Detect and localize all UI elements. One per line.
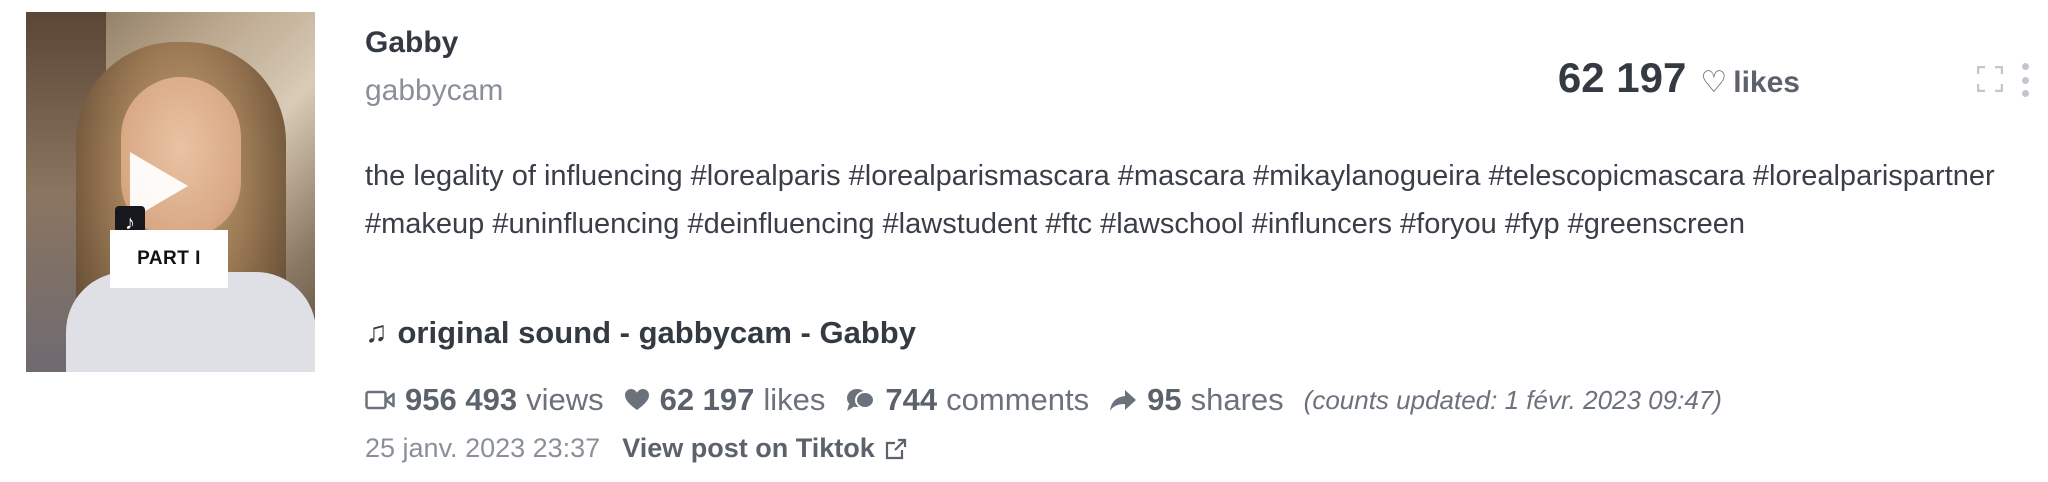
shares-count: 95 <box>1147 382 1182 417</box>
likes-count: 62 197 <box>1557 54 1687 101</box>
comments-icon <box>845 387 876 413</box>
likes-stat-count: 62 197 <box>659 382 755 417</box>
counts-updated-time: 1 févr. 2023 09:47 <box>1504 384 1714 415</box>
shares-stat: 95 shares <box>1109 382 1284 418</box>
post-date: 25 janv. 2023 23:37 <box>365 433 601 463</box>
likes-stat: 62 197 likes <box>624 382 826 418</box>
author-name[interactable]: Gabby <box>365 26 458 60</box>
comments-label: comments <box>946 382 1090 417</box>
view-post-label: View post on Tiktok <box>622 433 875 463</box>
post-meta: 25 janv. 2023 23:37 View post on Tiktok <box>365 433 907 464</box>
sound-info[interactable]: ♫ original sound - gabbycam - Gabby <box>365 315 916 351</box>
comments-stat: 744 comments <box>845 382 1089 418</box>
likes-label: likes <box>1733 66 1800 99</box>
views-stat: 956 493 views <box>365 382 604 418</box>
thumbnail-overlay-text: PART I <box>110 230 228 288</box>
more-options-icon[interactable] <box>2020 63 2030 97</box>
comments-count: 744 <box>885 382 938 417</box>
sound-title: original sound - gabbycam - Gabby <box>397 315 916 350</box>
heart-icon <box>624 388 650 412</box>
external-link-icon <box>885 438 907 460</box>
view-post-link[interactable]: View post on Tiktok <box>622 433 907 464</box>
post-description: the legality of influencing #lorealparis… <box>365 160 1995 240</box>
expand-icon[interactable] <box>1977 66 2003 92</box>
share-icon <box>1109 388 1137 412</box>
author-handle[interactable]: gabbycam <box>365 74 503 108</box>
views-count: 956 493 <box>405 382 518 417</box>
counts-updated: (counts updated: 1 févr. 2023 09:47) <box>1304 385 1722 416</box>
counts-updated-prefix: (counts updated: <box>1303 384 1498 415</box>
views-label: views <box>526 382 604 417</box>
video-camera-icon <box>365 389 395 411</box>
video-thumbnail[interactable]: ♪ PART I <box>26 12 315 372</box>
likes-summary: 62 197 ♡ likes <box>1558 54 1800 102</box>
stats-bar: 956 493 views 62 197 likes 744 comments … <box>365 382 1722 418</box>
heart-outline-icon: ♡ <box>1700 66 1728 99</box>
counts-updated-suffix: ) <box>1713 384 1722 415</box>
likes-stat-label: likes <box>763 382 826 417</box>
music-note-icon: ♫ <box>365 316 388 349</box>
shares-label: shares <box>1190 382 1284 417</box>
